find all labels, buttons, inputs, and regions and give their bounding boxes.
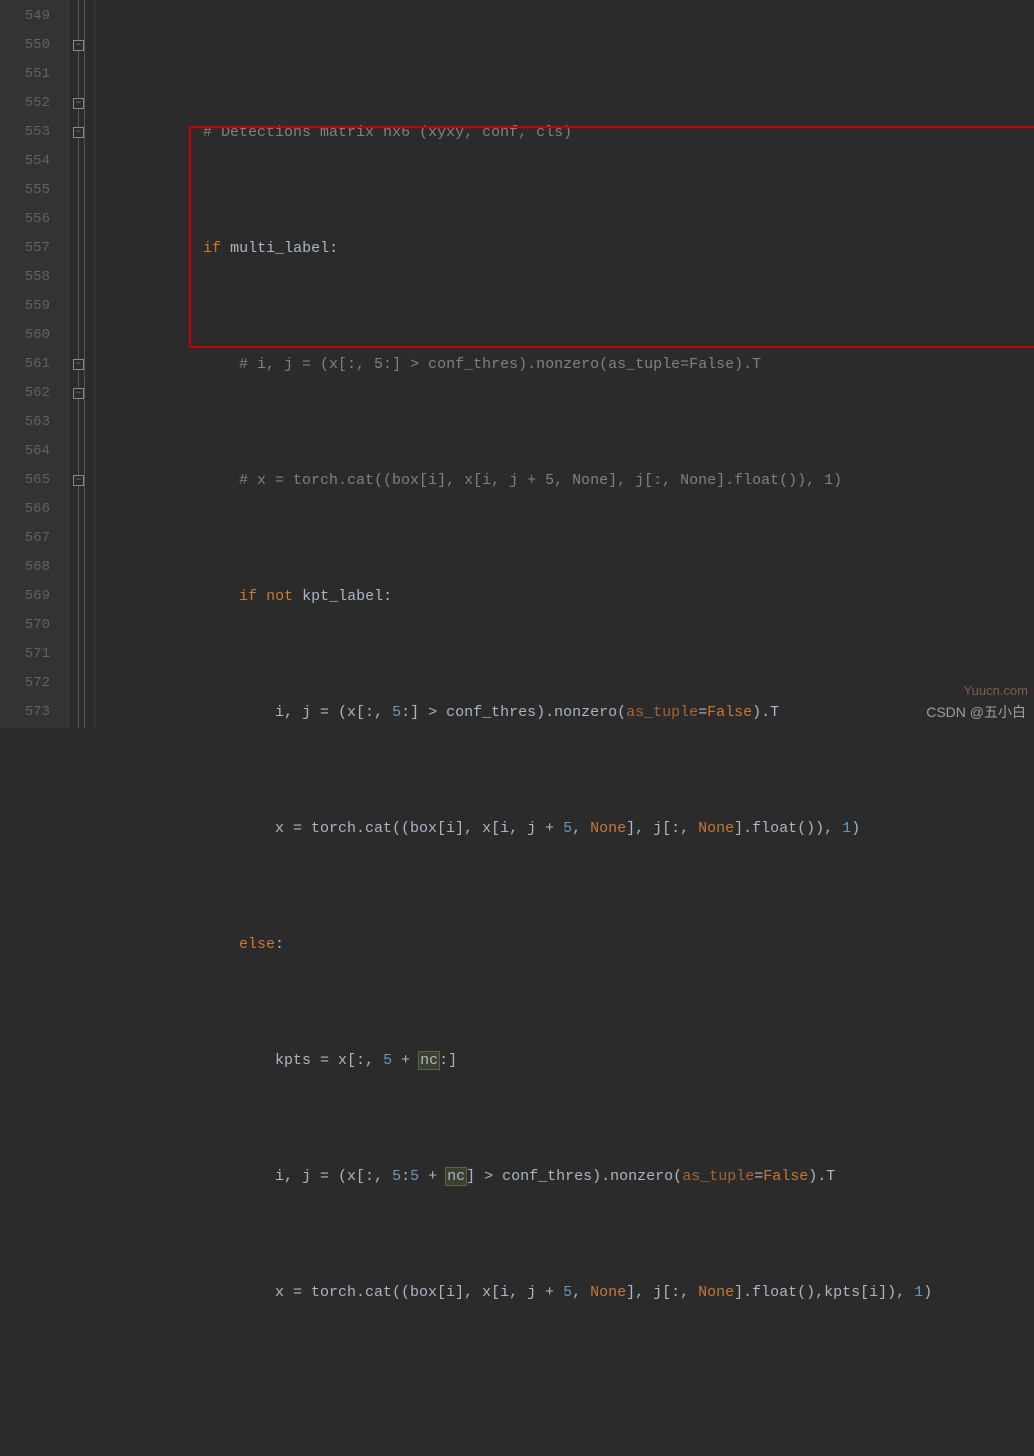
code-line: x = torch.cat((box[i], x[i, j + 5, None]… xyxy=(95,814,1034,843)
code-content[interactable]: # Detections matrix nx6 (xyxy, conf, cls… xyxy=(95,0,1034,728)
line-number: 558 xyxy=(0,263,50,292)
code-editor: 549 550 551 552 553 554 555 556 557 558 … xyxy=(0,0,1034,728)
line-number: 559 xyxy=(0,292,50,321)
line-number: 553 xyxy=(0,118,50,147)
line-number: 555 xyxy=(0,176,50,205)
line-number: 561 xyxy=(0,350,50,379)
watermark: Yuucn.com xyxy=(964,683,1028,698)
line-number: 550 xyxy=(0,31,50,60)
line-number: 567 xyxy=(0,524,50,553)
line-number: 551 xyxy=(0,60,50,89)
line-number: 560 xyxy=(0,321,50,350)
fold-toggle-icon[interactable]: − xyxy=(73,127,84,138)
line-number: 569 xyxy=(0,582,50,611)
line-number: 557 xyxy=(0,234,50,263)
line-number: 573 xyxy=(0,698,50,727)
line-number: 570 xyxy=(0,611,50,640)
fold-toggle-icon[interactable]: − xyxy=(73,98,84,109)
code-line xyxy=(95,1394,1034,1423)
code-line: i, j = (x[:, 5:] > conf_thres).nonzero(a… xyxy=(95,698,1034,727)
fold-toggle-icon[interactable]: − xyxy=(73,40,84,51)
line-number: 549 xyxy=(0,2,50,31)
code-line: if multi_label: xyxy=(95,234,1034,263)
line-number: 565 xyxy=(0,466,50,495)
code-line: # x = torch.cat((box[i], x[i, j + 5, Non… xyxy=(95,466,1034,495)
code-line: x = torch.cat((box[i], x[i, j + 5, None]… xyxy=(95,1278,1034,1307)
code-line: if not kpt_label: xyxy=(95,582,1034,611)
code-line: i, j = (x[:, 5:5 + nc] > conf_thres).non… xyxy=(95,1162,1034,1191)
line-number: 562 xyxy=(0,379,50,408)
line-number: 566 xyxy=(0,495,50,524)
line-number: 554 xyxy=(0,147,50,176)
line-number: 564 xyxy=(0,437,50,466)
code-line: # i, j = (x[:, 5:] > conf_thres).nonzero… xyxy=(95,350,1034,379)
code-line: # Detections matrix nx6 (xyxy, conf, cls… xyxy=(95,118,1034,147)
line-number: 571 xyxy=(0,640,50,669)
line-number: 572 xyxy=(0,669,50,698)
fold-toggle-icon[interactable]: − xyxy=(73,388,84,399)
code-line: else: xyxy=(95,930,1034,959)
line-number: 568 xyxy=(0,553,50,582)
fold-toggle-icon[interactable]: − xyxy=(73,475,84,486)
line-number: 556 xyxy=(0,205,50,234)
watermark: CSDN @五小白 xyxy=(926,702,1026,722)
line-number: 552 xyxy=(0,89,50,118)
code-line: kpts = x[:, 5 + nc:] xyxy=(95,1046,1034,1075)
line-number-gutter: 549 550 551 552 553 554 555 556 557 558 … xyxy=(0,0,70,728)
line-number: 563 xyxy=(0,408,50,437)
fold-toggle-icon[interactable]: − xyxy=(73,359,84,370)
fold-column: − − − − − − xyxy=(70,0,95,728)
